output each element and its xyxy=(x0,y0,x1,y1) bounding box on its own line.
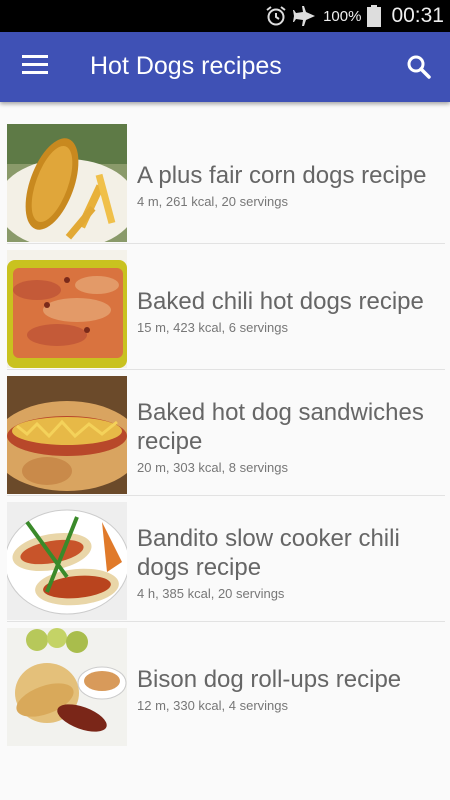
app-bar: Hot Dogs recipes xyxy=(0,32,450,102)
recipe-list: A plus fair corn dogs recipe 4 m, 261 kc… xyxy=(7,118,445,747)
clock: 00:31 xyxy=(391,4,444,27)
recipe-item-chili-hot-dogs[interactable]: Baked chili hot dogs recipe 15 m, 423 kc… xyxy=(7,244,445,370)
recipe-meta: 4 m, 261 kcal, 20 servings xyxy=(137,193,289,209)
recipe-meta: 15 m, 423 kcal, 6 servings xyxy=(137,319,289,335)
airplane-icon xyxy=(293,5,317,27)
recipe-item-bison-dog-roll-ups[interactable]: Bison dog roll-ups recipe 12 m, 330 kcal… xyxy=(7,622,445,747)
recipe-thumbnail xyxy=(7,376,127,494)
recipe-title: A plus fair corn dogs recipe xyxy=(137,161,427,189)
battery-icon xyxy=(367,5,382,27)
status-bar: 100% 00:31 xyxy=(0,0,450,32)
battery-percent: 100% xyxy=(323,7,362,25)
app-title: Hot Dogs recipes xyxy=(90,52,282,80)
recipe-item-bandito-chili-dogs[interactable]: Bandito slow cooker chili dogs recipe 4 … xyxy=(7,496,445,622)
recipe-item-hot-dog-sandwiches[interactable]: Baked hot dog sandwiches recipe 20 m, 30… xyxy=(7,370,445,496)
recipe-title: Baked hot dog sandwiches recipe xyxy=(137,399,424,455)
search-icon[interactable] xyxy=(406,54,432,80)
recipe-thumbnail xyxy=(7,502,127,620)
recipe-title: Bison dog roll-ups recipe xyxy=(137,665,402,693)
recipe-meta: 12 m, 330 kcal, 4 servings xyxy=(137,697,289,713)
recipe-thumbnail xyxy=(7,124,127,242)
recipe-item-corn-dogs[interactable]: A plus fair corn dogs recipe 4 m, 261 kc… xyxy=(7,118,445,244)
recipe-title: Baked chili hot dogs recipe xyxy=(137,287,424,315)
recipe-meta: 4 h, 385 kcal, 20 servings xyxy=(137,586,285,601)
recipe-meta: 20 m, 303 kcal, 8 servings xyxy=(137,460,289,475)
recipe-thumbnail xyxy=(7,628,127,746)
recipe-title: Bandito slow cooker chili dogs recipe xyxy=(137,525,400,581)
menu-icon[interactable] xyxy=(22,55,48,79)
alarm-icon xyxy=(265,5,287,27)
recipe-thumbnail xyxy=(7,250,127,368)
